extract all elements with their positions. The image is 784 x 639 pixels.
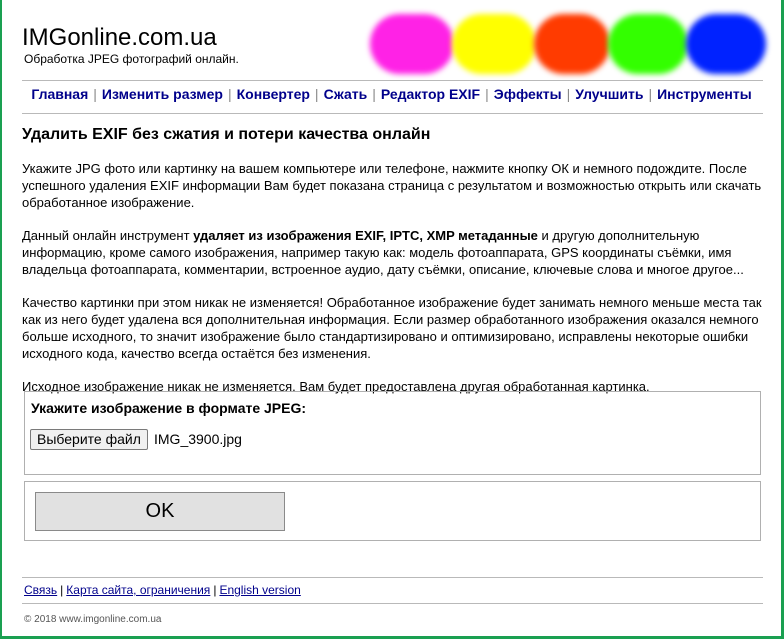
nav-item-tools[interactable]: Инструменты [657,86,752,102]
main-nav: Главная | Изменить размер | Конвертер | Сжать |… [2,86,781,102]
footer-link-sitemap[interactable]: Карта сайта, ограничения [66,583,210,597]
nav-item-enhance[interactable]: Улучшить [575,86,643,102]
choose-file-button[interactable]: Выберите файл [30,429,148,450]
upload-title: Укажите изображение в формате JPEG: [31,400,307,416]
nav-item-compress[interactable]: Сжать [324,86,368,102]
nav-item-effects[interactable]: Эффекты [494,86,562,102]
description-paragraph: Данный онлайн инструмент удаляет из изоб… [22,227,767,278]
page: IMGonline.com.ua Обработка JPEG фотограф… [2,0,781,636]
footer-links: Связь | Карта сайта, ограничения | English v… [24,583,301,597]
copyright-text: © 2018 www.imgonline.com.ua [24,614,162,625]
description-text-start: Данный онлайн инструмент [22,228,194,243]
ok-button[interactable]: OK [35,492,285,531]
nav-separator: | [566,86,571,102]
nav-item-home[interactable]: Главная [31,86,88,102]
divider-top [22,80,763,81]
divider-footer-top [22,577,763,578]
color-blob-blue [686,14,766,74]
nav-separator: | [648,86,653,102]
intro-paragraph: Укажите JPG фото или картинку на вашем к… [22,161,762,210]
nav-item-exif-editor[interactable]: Редактор EXIF [381,86,480,102]
site-tagline: Обработка JPEG фотографий онлайн. [24,52,239,66]
site-logo[interactable]: IMGonline.com.ua [22,24,217,52]
nav-separator: | [93,86,97,102]
submit-box: OK [24,481,761,541]
footer-separator: | [60,583,64,597]
page-title: Удалить EXIF без сжатия и потери качеств… [22,126,431,143]
nav-separator: | [372,86,376,102]
footer-link-contact[interactable]: Связь [24,583,57,597]
header: IMGonline.com.ua Обработка JPEG фотограф… [2,0,781,80]
nav-separator: | [314,86,319,102]
color-blob-green [608,14,688,74]
footer-link-english[interactable]: English version [219,583,300,597]
upload-box: Укажите изображение в формате JPEG: Выбе… [24,391,761,475]
nav-separator: | [485,86,489,102]
nav-item-resize[interactable]: Изменить размер [102,86,223,102]
footer-separator: | [213,583,217,597]
main-content: Удалить EXIF без сжатия и потери качеств… [22,126,767,411]
color-blob-red [534,14,610,74]
color-blob-magenta [370,14,454,74]
nav-separator: | [227,86,232,102]
color-blob-yellow [452,14,536,74]
nav-item-converter[interactable]: Конвертер [237,86,310,102]
divider-footer-bottom [22,603,763,604]
description-highlight: удаляет из изображения EXIF, IPTC, XMP м… [193,228,538,243]
divider-nav [22,113,763,114]
selected-file-name: IMG_3900.jpg [154,431,242,447]
quality-paragraph: Качество картинки при этом никак не изме… [22,295,762,361]
